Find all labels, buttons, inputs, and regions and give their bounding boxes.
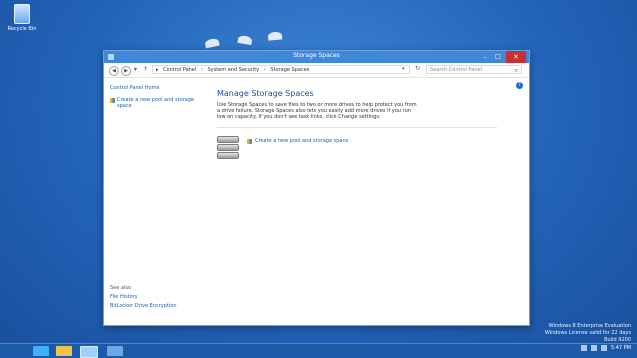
control-panel-home-link[interactable]: Control Panel Home (110, 85, 202, 91)
minimize-button[interactable]: – (479, 51, 491, 63)
file-history-link[interactable]: File History (110, 294, 177, 300)
pinned-app-icon[interactable] (107, 346, 123, 356)
wallpaper-bird-decoration (204, 37, 220, 49)
breadcrumb-system-security[interactable]: System and Security (207, 67, 259, 73)
search-placeholder: Search Control Panel (430, 67, 482, 73)
search-icon[interactable]: ⌕ (515, 66, 518, 75)
window-titlebar[interactable]: Storage Spaces – ☐ ✕ (104, 51, 529, 63)
storage-spaces-window: Storage Spaces – ☐ ✕ ◀ ▶ ▾ ↑ ▸ Control P… (103, 50, 530, 326)
help-icon[interactable]: ? (516, 82, 523, 89)
sidebar-task-create-pool[interactable]: Create a new pool and storage space (110, 97, 202, 109)
close-button[interactable]: ✕ (506, 51, 526, 63)
recycle-bin[interactable]: Recycle Bin (4, 4, 40, 32)
os-watermark: Windows 8 Enterprise Evaluation Windows … (521, 323, 631, 344)
clock[interactable]: 5:47 PM (611, 345, 631, 351)
see-also-list: File History BitLocker Drive Encryption (110, 294, 177, 312)
create-pool-link-label[interactable]: Create a new pool and storage space (255, 138, 348, 144)
sidebar: Control Panel Home Create a new pool and… (110, 85, 202, 317)
sidebar-task-label[interactable]: Create a new pool and storage space (117, 97, 202, 109)
see-also-heading: See also (110, 285, 132, 291)
recycle-bin-label: Recycle Bin (7, 26, 37, 32)
network-icon[interactable] (590, 345, 597, 351)
shield-icon (110, 98, 115, 103)
storage-drives-icon (217, 136, 239, 159)
watermark-line: Windows License valid for 22 days (544, 330, 631, 336)
watermark-line: Windows 8 Enterprise Evaluation (548, 323, 631, 329)
system-tray: 5:47 PM (580, 345, 631, 351)
breadcrumb-storage-spaces[interactable]: Storage Spaces (270, 67, 309, 73)
breadcrumb[interactable]: ▸ Control Panel › System and Security › … (152, 65, 410, 74)
volume-icon[interactable] (600, 345, 607, 351)
divider (217, 127, 497, 128)
internet-explorer-icon[interactable] (33, 346, 49, 356)
storage-actions: Create a new pool and storage space (217, 134, 517, 164)
recent-locations-dropdown-icon[interactable]: ▾ (134, 66, 137, 73)
recycle-bin-icon (14, 4, 30, 24)
bitlocker-link[interactable]: BitLocker Drive Encryption (110, 303, 177, 309)
tray-flag-icon[interactable] (580, 345, 587, 351)
breadcrumb-control-panel[interactable]: Control Panel (163, 67, 196, 73)
shield-icon (247, 139, 252, 144)
file-explorer-icon[interactable] (56, 346, 72, 356)
breadcrumb-sep: ▸ (156, 67, 159, 73)
breadcrumb-sep: › (263, 67, 266, 73)
address-dropdown-icon[interactable]: ▾ (402, 66, 405, 72)
wallpaper-bird-decoration (267, 31, 283, 41)
search-input[interactable]: Search Control Panel ⌕ (426, 65, 522, 74)
breadcrumb-sep: › (200, 67, 203, 73)
storage-spaces-taskbar-icon[interactable] (80, 346, 98, 358)
back-button[interactable]: ◀ (109, 66, 119, 76)
page-title: Manage Storage Spaces (217, 89, 314, 98)
maximize-button[interactable]: ☐ (491, 51, 505, 63)
up-button[interactable]: ↑ (143, 66, 148, 73)
create-pool-link[interactable]: Create a new pool and storage space (247, 138, 348, 144)
taskbar: 5:47 PM (0, 343, 637, 358)
address-bar: ◀ ▶ ▾ ↑ ▸ Control Panel › System and Sec… (104, 63, 529, 78)
page-description: Use Storage Spaces to save files to two … (217, 102, 417, 120)
window-title: Storage Spaces (293, 52, 340, 59)
refresh-icon[interactable]: ↻ (415, 65, 420, 72)
wallpaper-bird-decoration (237, 34, 253, 46)
main-content: Manage Storage Spaces Use Storage Spaces… (217, 89, 517, 164)
forward-button[interactable]: ▶ (121, 66, 131, 76)
